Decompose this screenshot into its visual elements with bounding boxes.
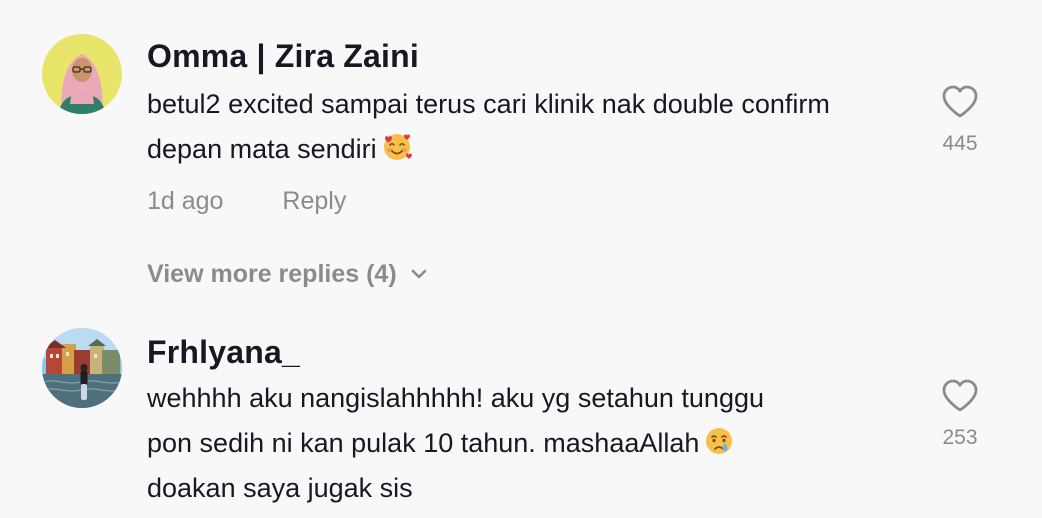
smiling-face-with-hearts-emoji-icon [381, 131, 413, 163]
like-control: 253 [930, 378, 990, 450]
like-count: 253 [942, 426, 978, 449]
like-count: 445 [942, 132, 978, 155]
avatar[interactable] [42, 34, 122, 114]
avatar[interactable] [42, 328, 122, 408]
comment-text-body: betul2 excited sampai terus cari klinik … [147, 89, 830, 164]
comment-username[interactable]: Omma | Zira Zaini [147, 38, 419, 75]
comment-text-line: wehhhh aku nangislahhhhh! aku yg setahun… [147, 383, 764, 413]
comment-text: betul2 excited sampai terus cari klinik … [147, 82, 887, 172]
heart-icon[interactable] [941, 378, 979, 414]
like-control: 445 [930, 84, 990, 156]
chevron-down-icon [409, 264, 429, 284]
comment-text-line-with-emoji: pon sedih ni kan pulak 10 tahun. mashaaA… [147, 421, 887, 466]
heart-icon[interactable] [941, 84, 979, 120]
view-more-replies-button[interactable]: View more replies (4) [147, 260, 429, 289]
comment-timestamp: 1d ago [147, 187, 224, 215]
comment-text: wehhhh aku nangislahhhhh! aku yg setahun… [147, 376, 887, 511]
comment-item: Omma | Zira Zaini betul2 excited sampai … [0, 0, 1042, 300]
comment-text-line: doakan saya jugak sis [147, 473, 413, 503]
crying-face-emoji-icon [703, 425, 735, 457]
comment-meta: 1d ago Reply [147, 187, 346, 216]
comment-item: Frhlyana_ wehhhh aku nangislahhhhh! aku … [0, 300, 1042, 518]
view-more-replies-label: View more replies (4) [147, 260, 397, 288]
comment-username[interactable]: Frhlyana_ [147, 334, 300, 371]
comment-text-line: pon sedih ni kan pulak 10 tahun. mashaaA… [147, 428, 700, 458]
comments-panel: Omma | Zira Zaini betul2 excited sampai … [0, 0, 1042, 518]
reply-button[interactable]: Reply [282, 187, 346, 216]
